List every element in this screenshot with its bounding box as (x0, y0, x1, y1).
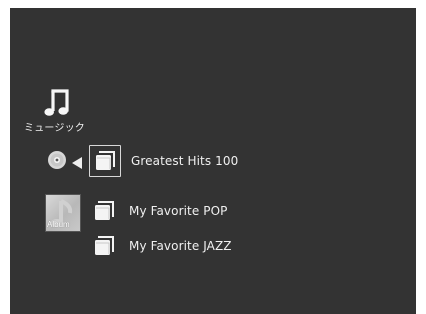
folder-icon (89, 145, 121, 177)
disc-icon (47, 150, 67, 170)
playlist-label: My Favorite JAZZ (129, 239, 232, 253)
playlist-label: My Favorite POP (129, 204, 228, 218)
folder-icon (89, 231, 119, 261)
album-art-icon: Album (45, 194, 81, 232)
folder-icon (89, 196, 119, 226)
album-label: Album (47, 220, 70, 229)
music-note-icon (42, 88, 72, 118)
playlist-item-my-favorite-pop[interactable]: My Favorite POP (89, 196, 389, 226)
playlist-label: Greatest Hits 100 (131, 154, 239, 168)
playlist-item-my-favorite-jazz[interactable]: My Favorite JAZZ (89, 231, 389, 261)
music-browser-screen: ミュージック Greatest Hits 100 Album My Favori… (10, 8, 416, 314)
playlist-item-greatest-hits-100[interactable]: Greatest Hits 100 (89, 145, 389, 177)
music-category-label: ミュージック (24, 123, 85, 134)
left-arrow-icon (72, 154, 82, 169)
